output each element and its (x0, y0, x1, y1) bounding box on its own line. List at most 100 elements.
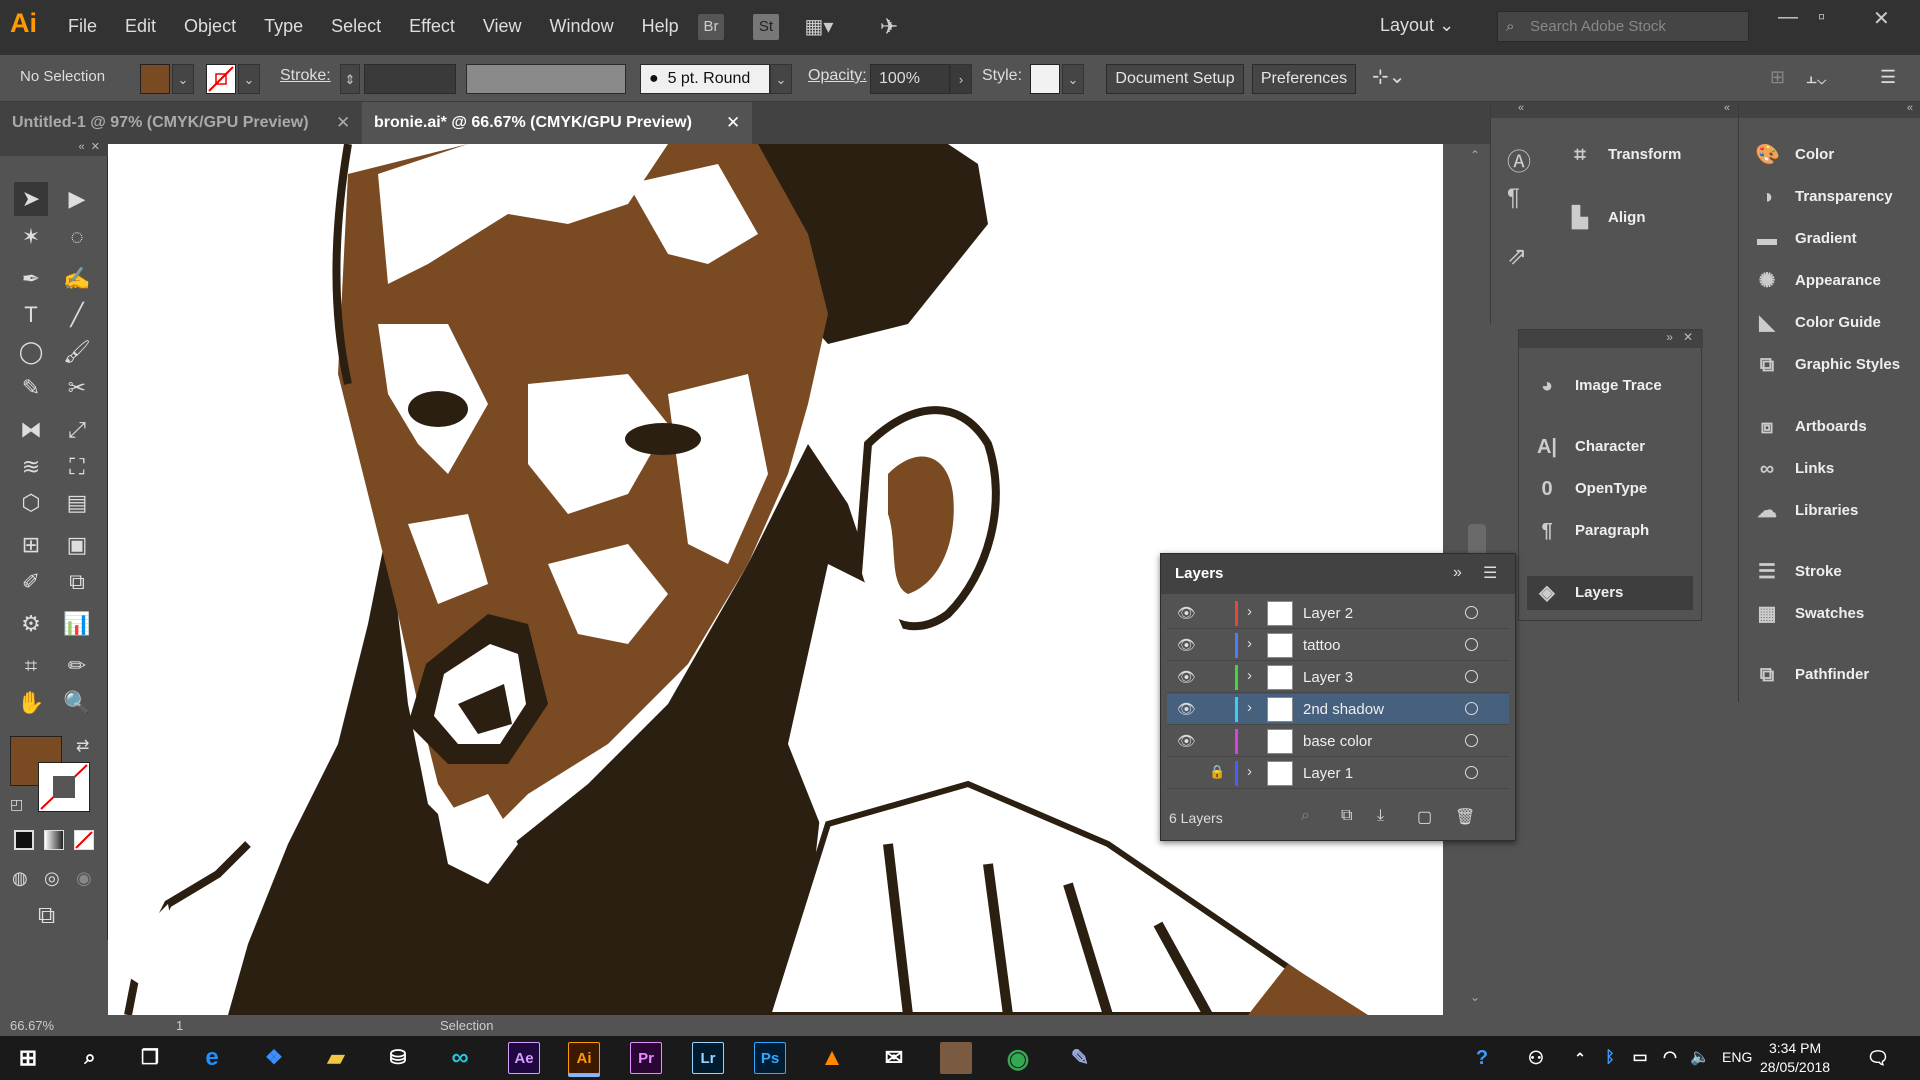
panel-pathfinder[interactable]: ⧉ Pathfinder (1755, 658, 1915, 692)
artboard-number[interactable]: 1 (176, 1018, 183, 1033)
menu-type[interactable]: Type (264, 16, 303, 37)
panel-image-trace[interactable]: ◕ Image Trace (1535, 369, 1695, 403)
visibility-eye-icon[interactable]: 👁 (1177, 732, 1196, 750)
visibility-eye-icon[interactable]: 👁 (1177, 668, 1196, 686)
curvature-tool-icon[interactable]: ✍ (60, 262, 94, 296)
close-tab-icon[interactable]: ✕ (726, 102, 740, 144)
chrome-icon[interactable]: ◉ (1002, 1042, 1034, 1074)
layer-row[interactable]: 👁 › tattoo (1167, 630, 1509, 661)
store-icon[interactable]: ⛁ (382, 1042, 414, 1074)
menu-help[interactable]: Help (642, 16, 679, 37)
dropbox-icon[interactable]: ❖ (258, 1042, 290, 1074)
panel-transparency[interactable]: ◑ Transparency (1755, 180, 1915, 214)
export-assets-icon[interactable]: ⇗ (1507, 242, 1527, 271)
stroke-swatch[interactable] (206, 64, 236, 94)
task-view-icon[interactable]: ❐ (134, 1042, 166, 1074)
menu-object[interactable]: Object (184, 16, 236, 37)
panel-gradient[interactable]: ▬ Gradient (1755, 222, 1915, 256)
expand-arrow-icon[interactable]: › (1247, 699, 1252, 716)
color-mode-icon[interactable] (14, 830, 34, 850)
panel-swatches[interactable]: ▦ Swatches (1755, 597, 1915, 631)
paragraph-styles-icon[interactable]: ¶ (1507, 184, 1520, 212)
hand-tool-icon[interactable]: ✋ (14, 686, 48, 720)
infinity-app-icon[interactable]: ∞ (444, 1042, 476, 1074)
eyedropper-icon[interactable]: ✐ (14, 565, 48, 599)
wifi-icon[interactable]: ◠ (1654, 1042, 1686, 1074)
target-circle-icon[interactable] (1465, 606, 1478, 619)
volume-icon[interactable]: 🔈 (1684, 1042, 1716, 1074)
menu-window[interactable]: Window (550, 16, 614, 37)
expand-arrow-icon[interactable]: › (1247, 635, 1252, 652)
stock-button[interactable]: St (753, 14, 779, 40)
file-explorer-icon[interactable]: ▰ (320, 1042, 352, 1074)
draw-inside-icon[interactable]: ◉ (76, 868, 92, 889)
layer-name[interactable]: Layer 1 (1303, 765, 1353, 782)
symbol-sprayer-icon[interactable]: ⚙ (14, 607, 48, 641)
selection-tool-icon[interactable]: ➤ (14, 182, 48, 216)
collapse-panel-icon[interactable]: » (1453, 564, 1462, 582)
layer-row[interactable]: 👁 base color (1167, 726, 1509, 757)
line-tool-icon[interactable]: ╱ (60, 298, 94, 332)
panel-graphic-styles[interactable]: ⧉ Graphic Styles (1755, 348, 1915, 382)
workspace-switcher[interactable]: Layout ⌄ (1380, 15, 1454, 36)
new-layer-icon[interactable]: ▢ (1417, 807, 1432, 827)
dock-collapse-icon[interactable]: « (1491, 102, 1551, 118)
none-mode-icon[interactable] (74, 830, 94, 850)
scroll-up-icon[interactable]: ⌃ (1470, 148, 1480, 162)
arrange-documents-icon[interactable]: ▦▾ (802, 14, 836, 40)
artboard-tool-icon[interactable]: ⌗ (14, 649, 48, 683)
menu-view[interactable]: View (483, 16, 522, 37)
target-circle-icon[interactable] (1465, 766, 1478, 779)
visibility-eye-icon[interactable]: 👁 (1177, 700, 1196, 718)
search-icon[interactable]: ⌕ (74, 1042, 106, 1074)
close-tab-icon[interactable]: ✕ (336, 102, 350, 144)
shape-builder-icon[interactable]: ⬡ (14, 486, 48, 520)
preferences-button[interactable]: Preferences (1252, 64, 1356, 94)
clock[interactable]: 3:34 PM 28/05/2018 (1760, 1039, 1830, 1077)
align-grid-icon[interactable]: ⊞ (1770, 67, 1785, 88)
clipping-mask-icon[interactable]: ⧉ (1341, 807, 1352, 825)
panel-align[interactable]: ▙ Align (1568, 201, 1738, 235)
character-styles-icon[interactable]: Ⓐ (1507, 142, 1531, 177)
visibility-eye-icon[interactable]: 👁 (1177, 636, 1196, 654)
panel-layers[interactable]: ◈ Layers (1527, 576, 1693, 610)
target-circle-icon[interactable] (1465, 670, 1478, 683)
status-mode[interactable]: Selection (440, 1018, 493, 1033)
notifications-icon[interactable]: 🗨 (1862, 1042, 1894, 1074)
gradient-tool-icon[interactable]: ▣ (60, 528, 94, 562)
panel-links[interactable]: ∞ Links (1755, 452, 1915, 486)
layer-row[interactable]: 👁 › Layer 3 (1167, 662, 1509, 693)
bluetooth-icon[interactable]: ᛒ (1594, 1042, 1626, 1074)
minimize-icon[interactable]: — (1778, 6, 1798, 29)
battery-icon[interactable]: ▭ (1624, 1042, 1656, 1074)
dock-collapse-icon[interactable]: « (1550, 102, 1738, 118)
target-circle-icon[interactable] (1465, 638, 1478, 651)
layer-row[interactable]: 👁 › Layer 2 (1167, 598, 1509, 629)
stroke-color-icon[interactable] (38, 762, 90, 812)
panel-paragraph[interactable]: ¶ Paragraph (1535, 514, 1695, 548)
opacity-label[interactable]: Opacity: (808, 67, 867, 85)
paint-app-icon[interactable]: ✎ (1064, 1042, 1096, 1074)
free-transform-icon[interactable]: ⛶ (60, 450, 94, 484)
gpu-performance-icon[interactable]: ✈ (876, 14, 902, 40)
zoom-tool-icon[interactable]: 🔍 (60, 686, 94, 720)
pen-tool-icon[interactable]: ✒ (14, 262, 48, 296)
tab-bronie[interactable]: bronie.ai* @ 66.67% (CMYK/GPU Preview) ✕ (362, 102, 752, 144)
layer-row[interactable]: 🔒 › Layer 1 (1167, 758, 1509, 789)
stroke-weight-field[interactable] (364, 64, 456, 94)
after-effects-icon[interactable]: Ae (508, 1042, 540, 1074)
distribute-icon[interactable]: ⫠⌄ (1806, 67, 1827, 88)
opacity-arrow[interactable]: › (950, 64, 972, 94)
blend-tool-icon[interactable]: ⧉ (60, 565, 94, 599)
variable-width-profile[interactable] (466, 64, 626, 94)
stroke-dropdown[interactable]: ⌄ (238, 64, 260, 94)
stroke-label[interactable]: Stroke: (280, 67, 331, 85)
control-menu-icon[interactable]: ☰ (1880, 67, 1896, 88)
vlc-icon[interactable]: ▲ (816, 1042, 848, 1074)
help-icon[interactable]: ? (1466, 1042, 1498, 1074)
menu-file[interactable]: File (68, 16, 97, 37)
brush-dropdown[interactable]: ⌄ (770, 64, 792, 94)
fill-swatch[interactable] (140, 64, 170, 94)
bridge-button[interactable]: Br (698, 14, 724, 40)
gradient-mode-icon[interactable] (44, 830, 64, 850)
